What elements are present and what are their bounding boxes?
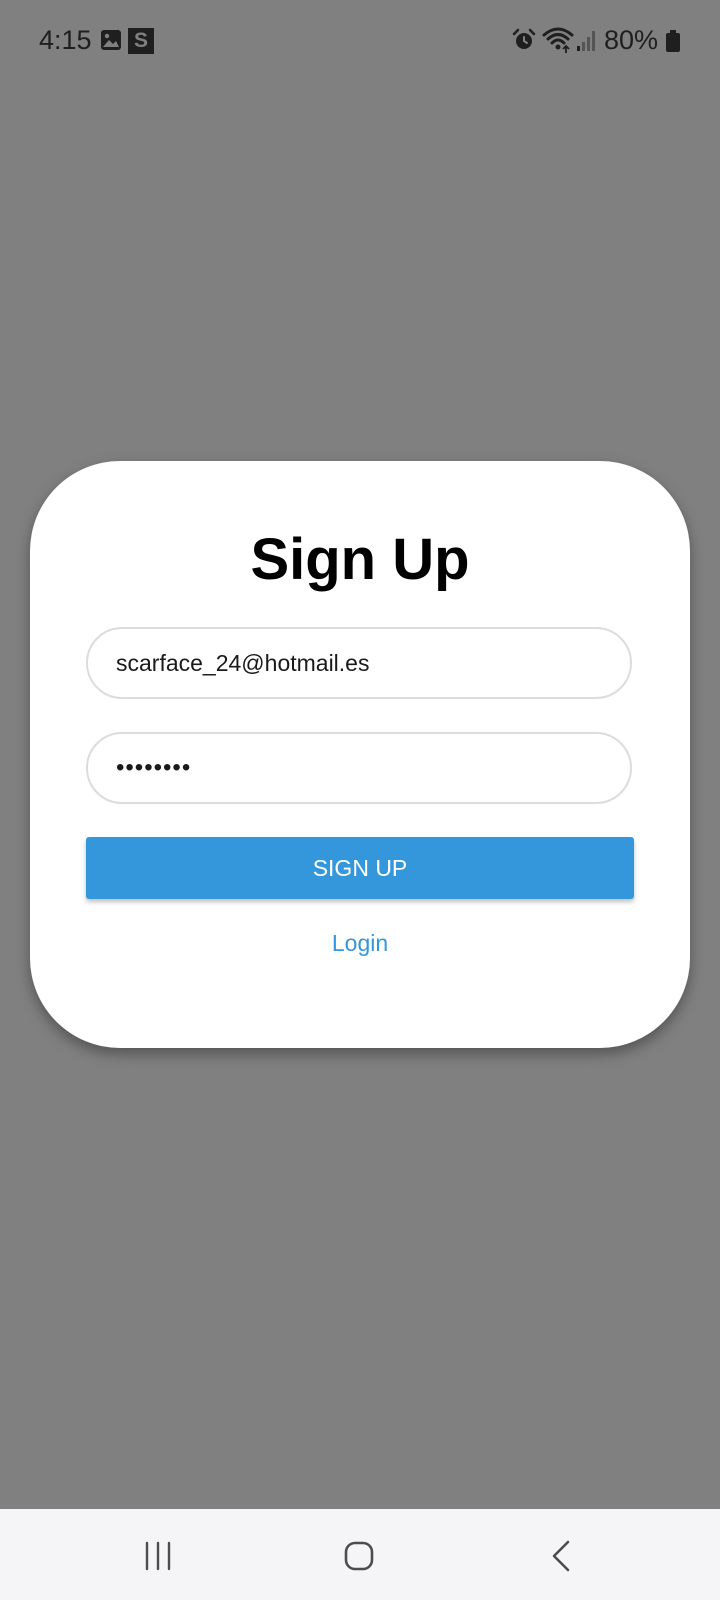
- gallery-icon: [101, 30, 121, 50]
- password-value: ••••••••: [116, 754, 192, 781]
- alarm-icon: [512, 28, 536, 49]
- email-field[interactable]: scarface_24@hotmail.es: [86, 627, 632, 699]
- battery-icon: [666, 30, 680, 52]
- status-bar: 4:15 S 80%: [0, 0, 720, 80]
- wifi-icon: [542, 27, 574, 53]
- battery-percentage: 80%: [604, 25, 659, 55]
- signal-icon: [577, 31, 595, 51]
- email-value: scarface_24@hotmail.es: [116, 649, 370, 676]
- status-time: 4:15: [39, 25, 92, 55]
- home-icon[interactable]: [344, 1540, 374, 1572]
- page-title: Sign Up: [250, 527, 470, 592]
- password-field[interactable]: ••••••••: [86, 732, 632, 804]
- signup-button[interactable]: SIGN UP: [86, 837, 634, 899]
- back-icon[interactable]: [550, 1539, 572, 1573]
- recent-apps-icon[interactable]: [143, 1541, 173, 1571]
- signup-card: Sign Up scarface_24@hotmail.es •••••••• …: [30, 461, 690, 1048]
- login-link[interactable]: Login: [30, 928, 690, 958]
- s-icon: S: [128, 28, 154, 54]
